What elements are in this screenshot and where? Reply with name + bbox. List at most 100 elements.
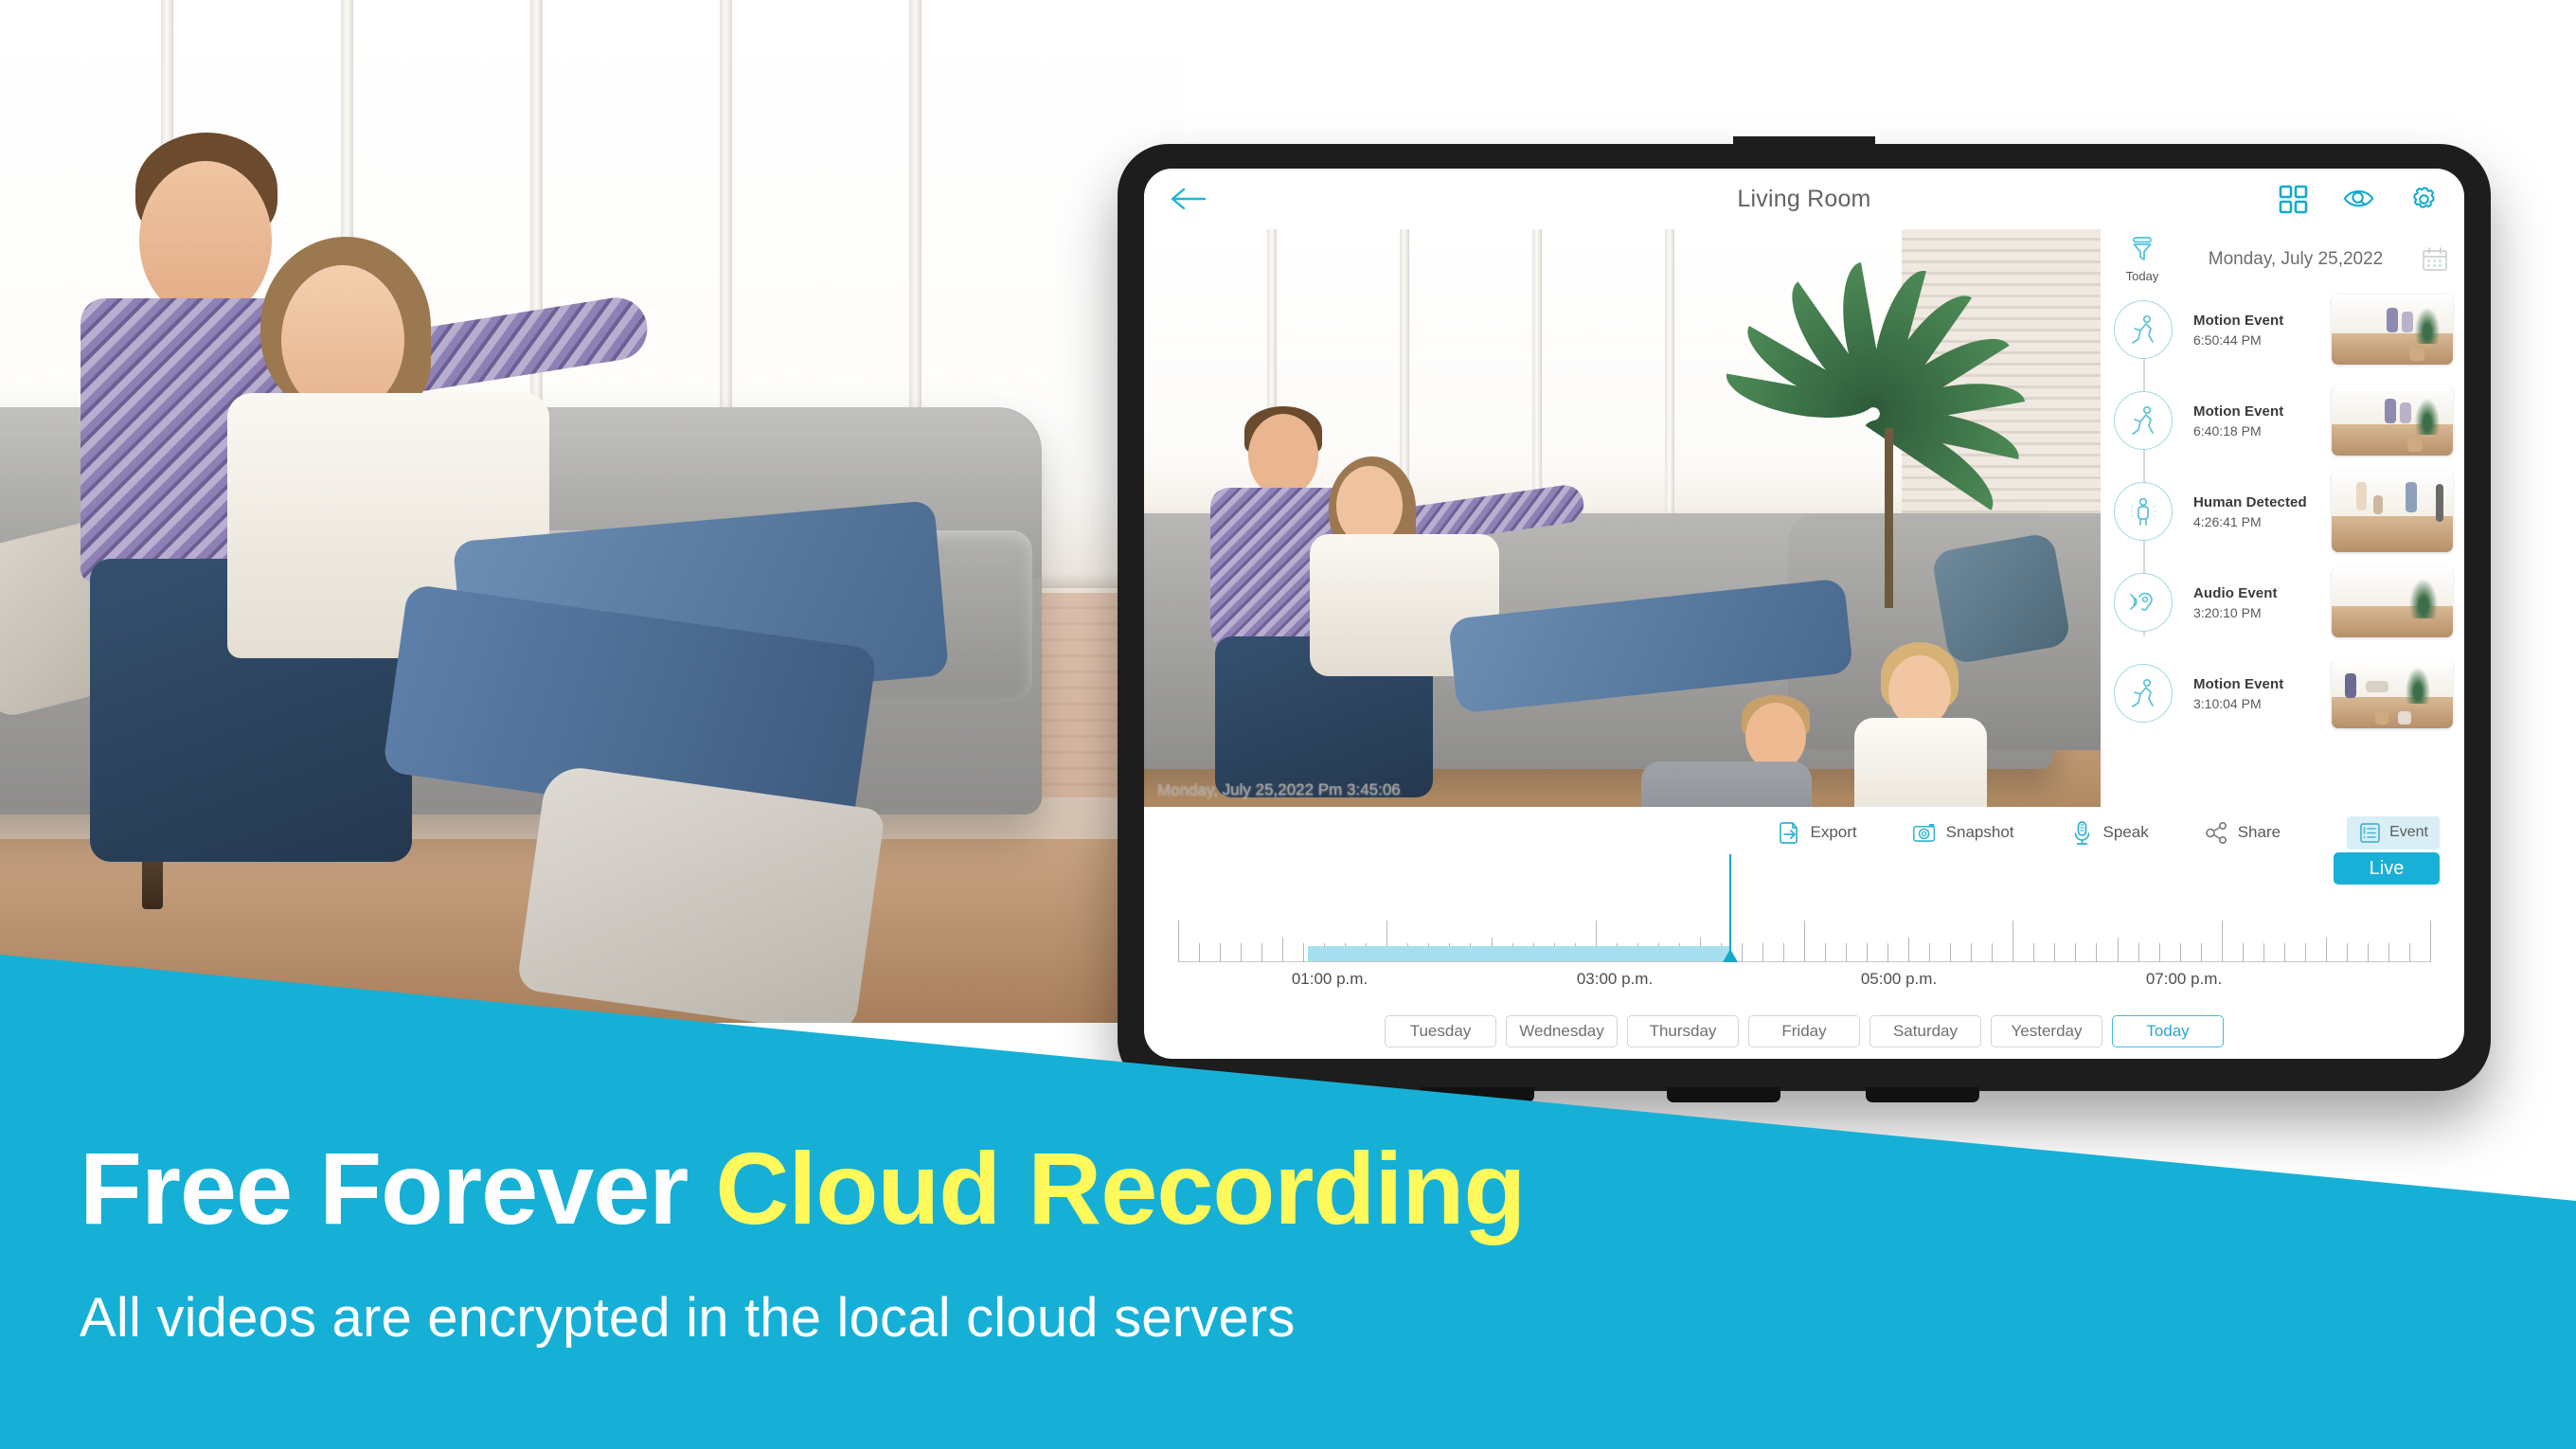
day-chip-friday[interactable]: Friday <box>1748 1015 1860 1047</box>
event-text: Motion Event 6:40:18 PM <box>2173 403 2332 438</box>
video-person-girl <box>1826 642 2044 807</box>
share-label: Share <box>2237 823 2281 841</box>
ruler-tick <box>1846 943 1848 962</box>
calendar-icon[interactable] <box>2421 245 2449 274</box>
event-text: Motion Event 3:10:04 PM <box>2173 676 2332 711</box>
snapshot-button[interactable]: Snapshot <box>1912 820 2014 846</box>
human-standing-icon <box>2114 482 2173 541</box>
day-chip-saturday[interactable]: Saturday <box>1869 1015 1981 1047</box>
speak-label: Speak <box>2102 823 2149 841</box>
funnel-filter-icon <box>2133 237 2152 260</box>
day-chip-yesterday[interactable]: Yesterday <box>1991 1015 2102 1047</box>
ruler-tick <box>2179 943 2181 962</box>
event-text: Human Detected 4:26:41 PM <box>2173 494 2332 529</box>
ruler-tick <box>2075 943 2077 962</box>
ruler-tick <box>1303 943 1305 962</box>
ruler-tick <box>1741 943 1743 962</box>
event-time: 6:50:44 PM <box>2193 331 2262 348</box>
event-list-item[interactable]: Motion Event 6:40:18 PM <box>2114 375 2464 466</box>
export-icon <box>1779 821 1798 844</box>
ruler-tick <box>2138 943 2139 962</box>
timeline-playhead[interactable] <box>1723 854 1737 962</box>
banner-headline: Free Forever Cloud Recording <box>80 1129 1526 1247</box>
event-list-item[interactable]: Human Detected 4:26:41 PM <box>2114 466 2464 557</box>
headline-accent-part: Cloud Recording <box>715 1131 1526 1245</box>
event-thumbnail[interactable] <box>2332 471 2453 552</box>
export-label: Export <box>1810 823 1857 841</box>
share-nodes-icon <box>2205 821 2227 844</box>
event-name: Audio Event <box>2193 584 2278 601</box>
event-list-item[interactable]: Motion Event 6:50:44 PM <box>2114 284 2464 375</box>
event-time: 3:10:04 PM <box>2193 695 2262 711</box>
video-person-boy <box>1622 695 1859 807</box>
event-list-item[interactable]: Motion Event 3:10:04 PM <box>2114 648 2464 739</box>
tablet-screen: Living Room Monday, July 25,2022 Pm 3:45… <box>1144 169 2464 1059</box>
ruler-tick <box>1220 943 1222 962</box>
ruler-tick <box>2263 943 2264 962</box>
event-mode-button[interactable]: Event <box>2347 815 2440 850</box>
event-text: Audio Event 3:20:10 PM <box>2173 585 2332 620</box>
ruler-tick <box>1929 943 1931 962</box>
ruler-tick <box>2221 921 2223 962</box>
audio-ear-icon <box>2114 573 2173 632</box>
timeline-scrubber[interactable]: 01:00 p.m. 03:00 p.m. 05:00 p.m. 07:00 p… <box>1144 854 2464 1010</box>
event-list[interactable]: Motion Event 6:50:44 PM Motion Event 6:4… <box>2101 284 2464 807</box>
blanket <box>516 763 886 1023</box>
ruler-tick <box>2054 943 2056 962</box>
event-thumbnail[interactable] <box>2332 295 2453 365</box>
event-mode-label: Event <box>2389 824 2428 840</box>
hour-label: 03:00 p.m. <box>1576 970 1654 988</box>
event-panel-header: Today Monday, July 25,2022 <box>2101 229 2464 284</box>
day-chip-today[interactable]: Today <box>2112 1015 2224 1047</box>
video-person-woman <box>1310 456 1897 741</box>
person-woman <box>223 237 950 852</box>
back-arrow-icon[interactable] <box>1169 185 1208 213</box>
ruler-tick <box>2283 943 2285 962</box>
ruler-tick <box>1887 943 1889 962</box>
tablet-notch <box>1733 136 1875 152</box>
page-title: Living Room <box>1737 185 1871 212</box>
tablet-foot <box>1866 1087 1979 1102</box>
event-panel: Today Monday, July 25,2022 Motion Event … <box>2101 229 2464 807</box>
ruler-tick <box>2117 938 2119 962</box>
motion-running-icon <box>2114 300 2173 359</box>
export-button[interactable]: Export <box>1777 820 1857 846</box>
ruler-tick <box>2367 943 2369 962</box>
grid-view-icon[interactable] <box>2278 184 2309 215</box>
ruler-tick <box>2408 943 2410 962</box>
ruler-tick <box>2033 943 2035 962</box>
event-thumbnail[interactable] <box>2332 385 2453 456</box>
day-selector: Tuesday Wednesday Thursday Friday Saturd… <box>1144 1010 2464 1059</box>
ruler-tick <box>2388 943 2389 962</box>
ruler-tick <box>1199 943 1201 962</box>
ruler-tick <box>1992 943 1994 962</box>
day-chip-thursday[interactable]: Thursday <box>1627 1015 1739 1047</box>
camera-icon <box>1912 823 1935 842</box>
ruler-tick <box>1804 921 1805 962</box>
ruler-tick <box>1908 938 1910 962</box>
tablet-foot <box>1667 1087 1780 1102</box>
eye-search-icon[interactable] <box>2343 184 2374 215</box>
timeline-ruler[interactable] <box>1178 854 2431 962</box>
filter-control[interactable]: Today <box>2114 236 2171 283</box>
live-video-feed[interactable]: Monday, July 25,2022 Pm 3:45:06 <box>1144 229 2101 807</box>
ruler-tick <box>2325 938 2327 962</box>
ruler-tick <box>2200 943 2202 962</box>
share-button[interactable]: Share <box>2204 820 2281 846</box>
ruler-tick <box>1867 943 1869 962</box>
ruler-tick <box>1971 943 1973 962</box>
speak-button[interactable]: Speak <box>2069 820 2149 846</box>
app-header: Living Room <box>1144 169 2464 229</box>
motion-running-icon <box>2114 664 2173 723</box>
event-thumbnail[interactable] <box>2332 658 2453 728</box>
settings-gear-icon[interactable] <box>2408 184 2440 215</box>
ruler-tick <box>2242 943 2244 962</box>
hour-label: 07:00 p.m. <box>2145 970 2223 988</box>
day-chip-wednesday[interactable]: Wednesday <box>1506 1015 1618 1047</box>
event-list-item[interactable]: Audio Event 3:20:10 PM <box>2114 557 2464 648</box>
ruler-tick <box>1762 943 1763 962</box>
video-timestamp-overlay: Monday, July 25,2022 Pm 3:45:06 <box>1157 780 1401 798</box>
microphone-icon <box>2074 820 2089 845</box>
event-thumbnail[interactable] <box>2332 567 2453 637</box>
day-chip-tuesday[interactable]: Tuesday <box>1385 1015 1496 1047</box>
